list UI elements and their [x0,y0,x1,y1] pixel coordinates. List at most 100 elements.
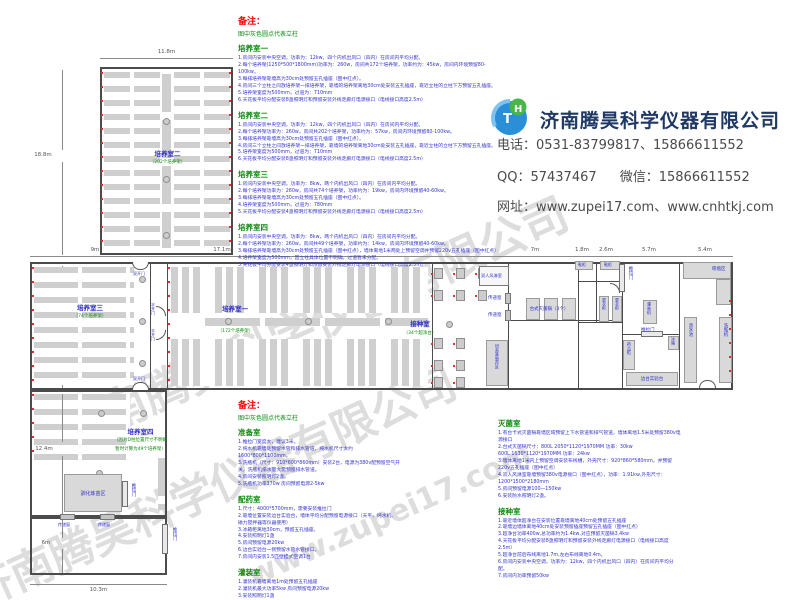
note-line: 3.每排培养架靠墙高为30cm处预留五孔插座（图中红点），墙体离地1米两处上预留… [238,249,506,256]
dim-line [62,456,63,514]
note-line: 1.推拉门宽度大，建议3米。 [238,440,400,447]
dim-left-top: 18.8m [28,152,58,158]
shoe-cabinet-label: 鞋柜 [578,262,586,268]
dim-1-8m: 1.8m [572,247,592,253]
room1-shelving-bottom [171,339,428,386]
svg-text:T: T [503,112,512,127]
pillar [305,318,312,325]
locker-label: 更衣柜 [614,298,620,310]
pass-box [100,514,115,520]
pillar [139,360,146,367]
clean-bench [434,338,443,349]
swing-door-label: 平开门 [150,303,156,315]
bench-label: 边台实验台 [628,376,676,382]
notes-subtitle: 图中灰色圆点代表立柱 [238,29,506,38]
pillar [446,321,453,328]
sterilizer-label: 台式灭菌锅（3个） [514,306,584,312]
note-line: 7.房间内功率预留50kw [498,574,683,581]
dim-room2-width: 11.8m [100,49,233,55]
dim-bottom-width: 10.3m [30,587,167,593]
note-section-items: 1.房间内安装中央空调，功率为：8kw，两个内机出风口（四内）在房间内平均分配。… [238,235,506,270]
pillar [163,232,170,239]
note-line: 1.房间内安装中央空调，功率为：12kw，四个内机出风口（四内）在房间内平均分配… [238,56,506,63]
outlet-dots [229,72,231,250]
note-line: 4.双人风淋室靠墙预留380v电源接口（图中红点），功率：1.91kw,外形尺寸… [498,473,683,487]
note-line: 5.房间预留电源100—150kw [498,487,683,494]
dim-5-7m: 5.7m [636,247,662,253]
inoculation-sublabel: （34个超净台） [392,330,448,336]
room2-label: 培养室二 [130,148,205,158]
note-section-heading: 配药室 [238,494,400,505]
wall [679,262,680,390]
note-line: 600L 1630*1120*1970MM 功率：24kw [498,452,683,459]
wall [150,262,151,390]
company-phone: 电话：0531-83799817、15866611552 [497,134,744,153]
sliding-door [162,524,168,554]
dim-2-6m: 2.6m [596,247,616,253]
pillar [163,118,170,125]
double-door-label: 双开门 [133,376,145,382]
clean-bench [434,377,443,388]
note-section: 准备室 1.推拉门宽度大，建议3米。2.纯水机靠墙处预留水管和排水管道，纯水机尺… [238,427,400,489]
company-wechat: 微信：15866611552 [620,170,750,185]
room4-sublabel1: （因为D柱位置尺寸不明确 [103,437,178,443]
notes-subtitle: 图中灰色圆点代表立柱 [238,413,400,422]
pillar [139,318,146,325]
note-line: 3.洗瓶机（尺寸：910*600*860mm）安装2台，电源为380v配预留空气… [238,461,400,475]
sliding-door-label: 推拉门 [130,483,136,497]
room4-side-shelf [158,458,165,510]
note-line: 2.靠墙位置安装边台实验台，墙体平均分配预留电源接口（天平、纯水机、磁力搅拌器等… [238,514,400,528]
acclimation-label: 驯化炼苗区 [66,490,120,497]
clean-bench [456,360,465,371]
pass-box [505,293,511,304]
note-section-heading: 接种室 [498,506,683,517]
wall [578,281,622,282]
note-section-items: 1.灌装机靠墙离地1m处预留五孔插座2.灌装机最大功率5kw 房间预留电源20k… [238,580,400,600]
room4-sublabel2: 暂时计算为49个培养架） [103,446,178,452]
note-line: 7.房间内安装1.5匹壁挂式空调1台 [238,555,400,562]
dim-line [62,549,63,573]
pillar [163,176,170,183]
pass-box-label: 传递窗 [58,522,70,528]
room1-label: 培养室一 [205,303,265,313]
note-section-items: 1.尺寸：4000*5700mm，需要安装推拉门2.靠墙位置安装边台实验台，墙体… [238,507,400,563]
note-line: 4.培养架宽度为500mm，因立柱具体位置不明确，过道暂未分配。 [238,256,506,263]
note-section: 培养室三 1.房间内安装中央空调，功率为：8kw，两个内机出风口（四内）在房间内… [238,169,506,217]
swing-door-label: 平开门 [150,329,156,341]
dim-line [62,520,63,538]
company-qq: QQ：57437467 [497,170,597,185]
note-line: 6.天花板平均分配安装8盏照明灯和预留安装外线走廊灯电源接口（电线接口高度2.5… [238,98,506,105]
outlet-dots [168,267,170,385]
note-section-items: 1.房间内安装中央空调，功率为：12kw，四个内机出风口（四内）在房间内平均分配… [238,56,506,105]
air-shower-label: 双人风淋室 [481,273,502,279]
note-line: 5.培养架宽度为500mm，过道为：710mm [238,91,506,98]
note-line: 5.洗瓶机功率370w 房间预留电源2-5kw [238,482,400,489]
svg-text:H: H [514,104,522,115]
sliding-door [619,264,625,292]
note-line: 4.房间安装照明灯2盏。 [238,475,400,482]
sliding-door [641,331,663,337]
double-door-label: 双开门 [133,271,145,277]
sliding-door-label: 推拉门 [171,527,177,541]
pillar [98,410,105,417]
note-line: 3.每排培养架靠墙高为30cm处预留五孔插座（图中红点）。 [238,77,506,84]
notes-top: 备注： 图中灰色圆点代表立柱 培养室一 1.房间内安装中央空调，功率为：12kw… [238,14,506,270]
sliding-door [122,481,128,507]
shoe-cabinet-label: 鞋柜 [604,262,612,268]
sliding-door-label: 推拉门 [627,266,633,280]
note-line: 3.墙体离地1米内上预留空调安装布线槽，外壳尺寸：920*860*580mm，并… [498,459,683,473]
room1-aisle-shelf [205,318,428,326]
note-line: 6.房间内安装中央空调，功率为：12kw，四个内机出风口（四内）在房间内平均分配… [498,560,683,574]
note-line: 5.天花板平均分配安装4盏照明灯和预留安装外线走廊灯电源接口（电线接口高度2.5… [238,210,506,217]
company-name: 济南腾昊科学仪器有限公司 [540,106,780,133]
clean-bench [434,360,443,371]
note-section: 培养室四 1.房间内安装中央空调，功率为：8kw，两个内机出风口（四内）在房间内… [238,222,506,270]
note-section-heading: 培养室三 [238,169,506,180]
note-section: 培养室一 1.房间内安装中央空调，功率为：12kw，四个内机出风口（四内）在房间… [238,43,506,105]
dim-7m: 7m [520,247,550,253]
outlet-dots [32,267,34,385]
note-line: 2.纯水机靠墙处预留水管和排水管道，纯水机尺寸大约1600*800*1100mm… [238,447,400,461]
double-door [132,382,149,390]
drain-pool-label: 沥水池 [687,323,693,337]
dim-5-4m: 5.4m [692,247,718,253]
